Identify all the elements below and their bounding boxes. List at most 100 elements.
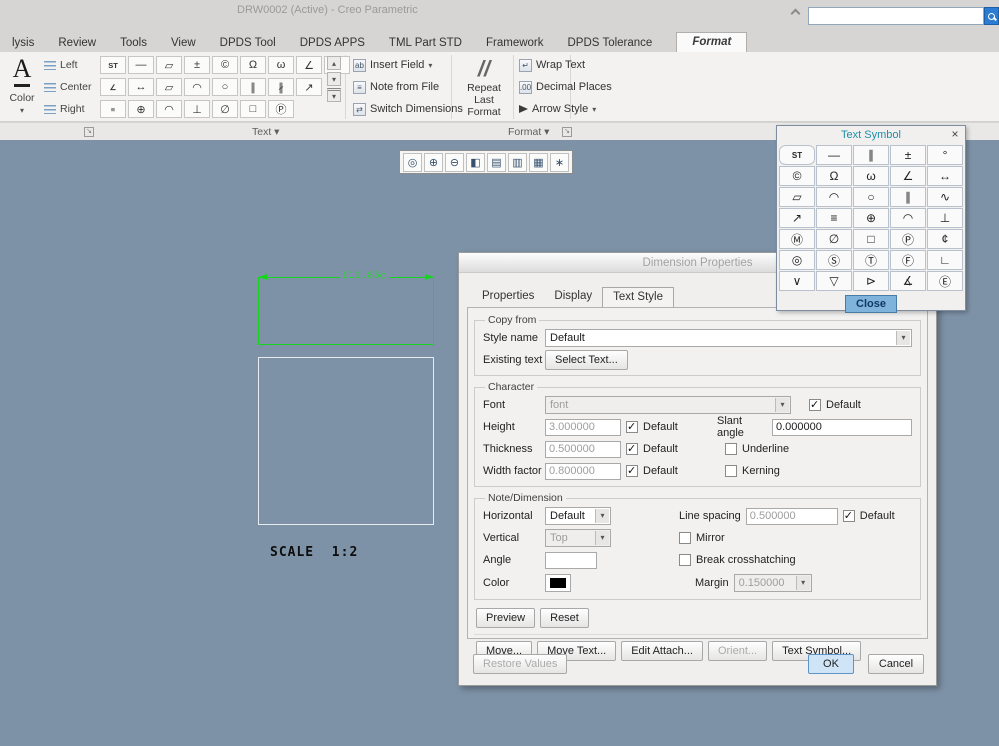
ribbon-symbol-button[interactable]: ⊕: [128, 100, 154, 118]
text-symbol-button[interactable]: ▽: [816, 271, 852, 291]
ribbon-symbol-button[interactable]: ±: [184, 56, 210, 74]
ribbon-symbol-button[interactable]: □: [240, 100, 266, 118]
repeat-last-format-button[interactable]: // Repeat Last Format: [456, 56, 512, 118]
text-symbol-button[interactable]: Ⓢ: [816, 250, 852, 270]
color-swatch-button[interactable]: [545, 574, 571, 592]
ribbon-symbol-button[interactable]: ◠: [156, 100, 182, 118]
text-symbol-button[interactable]: ▱: [779, 187, 815, 207]
palette-close-button[interactable]: Close: [845, 295, 897, 313]
text-symbol-button[interactable]: ≡: [816, 208, 852, 228]
ribbon-symbol-button[interactable]: Ω: [240, 56, 266, 74]
text-symbol-button[interactable]: ST: [779, 145, 815, 165]
text-symbol-button[interactable]: ◎: [779, 250, 815, 270]
text-symbol-button[interactable]: Ⓟ: [890, 229, 926, 249]
view-tool-button[interactable]: ◎: [403, 153, 422, 172]
search-button[interactable]: [984, 7, 999, 25]
vertical-select[interactable]: Top: [545, 529, 611, 547]
ribbon-tab[interactable]: lysis: [0, 34, 46, 52]
select-text-button[interactable]: Select Text...: [545, 350, 628, 370]
text-symbol-button[interactable]: ©: [779, 166, 815, 186]
text-symbol-button[interactable]: ∠: [890, 166, 926, 186]
underline-checkbox[interactable]: [725, 443, 737, 455]
margin-select[interactable]: 0.150000: [734, 574, 812, 592]
thickness-default-checkbox[interactable]: [626, 443, 638, 455]
tab-properties[interactable]: Properties: [472, 287, 544, 306]
text-symbol-button[interactable]: ¢: [927, 229, 963, 249]
text-symbol-button[interactable]: ∨: [779, 271, 815, 291]
align-right-button[interactable]: Right: [42, 100, 92, 118]
width-factor-input[interactable]: [545, 463, 621, 480]
decimal-places-button[interactable]: .00 Decimal Places: [516, 78, 615, 96]
insert-field-button[interactable]: ab Insert Field ▾: [350, 56, 435, 74]
text-symbol-button[interactable]: ↗: [779, 208, 815, 228]
ribbon-tab[interactable]: TML Part STD: [377, 34, 474, 52]
font-default-checkbox[interactable]: [809, 399, 821, 411]
view-tool-button[interactable]: ▦: [529, 153, 548, 172]
text-symbol-button[interactable]: ∥: [890, 187, 926, 207]
view-tool-button[interactable]: ▤: [487, 153, 506, 172]
reset-button[interactable]: Reset: [540, 608, 589, 628]
ribbon-symbol-button[interactable]: ∥: [240, 78, 266, 96]
height-default-checkbox[interactable]: [626, 421, 638, 433]
ribbon-symbol-button[interactable]: ∠: [296, 56, 322, 74]
wrap-text-button[interactable]: ↵ Wrap Text: [516, 56, 588, 74]
tab-display[interactable]: Display: [544, 287, 602, 306]
scale-note[interactable]: SCALE 1:2: [270, 545, 358, 560]
horizontal-select[interactable]: Default: [545, 507, 611, 525]
ribbon-tab[interactable]: Framework: [474, 34, 556, 52]
text-symbol-button[interactable]: Ⓔ: [927, 271, 963, 291]
ribbon-symbol-button[interactable]: ∠: [100, 78, 126, 96]
ribbon-symbol-button[interactable]: ▱: [156, 78, 182, 96]
ribbon-tab[interactable]: DPDS Tool: [208, 34, 288, 52]
text-group-launcher-icon[interactable]: ↘: [84, 127, 94, 137]
text-symbol-button[interactable]: ⊕: [853, 208, 889, 228]
ribbon-tab[interactable]: View: [159, 34, 208, 52]
kerning-checkbox[interactable]: [725, 465, 737, 477]
ribbon-symbol-button[interactable]: ↗: [296, 78, 322, 96]
view-tool-button[interactable]: ▥: [508, 153, 527, 172]
text-symbol-button[interactable]: Ω: [816, 166, 852, 186]
ribbon-symbol-button[interactable]: ST: [100, 56, 126, 74]
text-color-button[interactable]: A Color ▾: [6, 54, 38, 118]
arrow-style-button[interactable]: Arrow Style ▾: [516, 100, 599, 118]
text-symbol-button[interactable]: ○: [853, 187, 889, 207]
text-symbol-button[interactable]: ∡: [890, 271, 926, 291]
text-symbol-button[interactable]: Ⓜ: [779, 229, 815, 249]
cancel-button[interactable]: Cancel: [868, 654, 924, 674]
text-symbol-button[interactable]: ◠: [890, 208, 926, 228]
scroll-up-icon[interactable]: ▴: [327, 56, 341, 70]
symbol-overflow-icon[interactable]: ▾: [327, 88, 341, 102]
view-tool-button[interactable]: ⊖: [445, 153, 464, 172]
text-symbol-button[interactable]: ∟: [927, 250, 963, 270]
dimension-text[interactable]: 111.85◯: [340, 271, 389, 281]
break-crosshatching-checkbox[interactable]: [679, 554, 691, 566]
text-group-label[interactable]: Text ▾: [252, 126, 279, 138]
ribbon-symbol-button[interactable]: —: [128, 56, 154, 74]
text-symbol-button[interactable]: ∥: [853, 145, 889, 165]
text-symbol-button[interactable]: ±: [890, 145, 926, 165]
search-input[interactable]: [808, 7, 984, 25]
format-group-launcher-icon[interactable]: ↘: [562, 127, 572, 137]
ok-button[interactable]: OK: [808, 654, 854, 674]
part-outline-rect[interactable]: [258, 357, 434, 525]
ribbon-symbol-button[interactable]: ω: [268, 56, 294, 74]
text-symbol-button[interactable]: ↔: [927, 166, 963, 186]
view-tool-button[interactable]: ∗: [550, 153, 569, 172]
switch-dimensions-button[interactable]: ⇄ Switch Dimensions: [350, 100, 466, 118]
ribbon-symbol-button[interactable]: ∅: [212, 100, 238, 118]
font-select[interactable]: font: [545, 396, 791, 414]
text-symbol-button[interactable]: ∅: [816, 229, 852, 249]
scroll-down-icon[interactable]: ▾: [327, 72, 341, 86]
text-symbol-button[interactable]: ω: [853, 166, 889, 186]
view-tool-button[interactable]: ◧: [466, 153, 485, 172]
ribbon-tab[interactable]: Review: [46, 34, 108, 52]
align-center-button[interactable]: Center: [42, 78, 92, 96]
preview-button[interactable]: Preview: [476, 608, 535, 628]
text-symbol-button[interactable]: °: [927, 145, 963, 165]
tab-text-style[interactable]: Text Style: [602, 287, 674, 307]
note-from-file-button[interactable]: ≡ Note from File: [350, 78, 442, 96]
text-symbol-button[interactable]: □: [853, 229, 889, 249]
text-symbol-palette-titlebar[interactable]: Text Symbol ×: [777, 126, 965, 144]
text-symbol-button[interactable]: Ⓕ: [890, 250, 926, 270]
ribbon-symbol-button[interactable]: ◠: [184, 78, 210, 96]
